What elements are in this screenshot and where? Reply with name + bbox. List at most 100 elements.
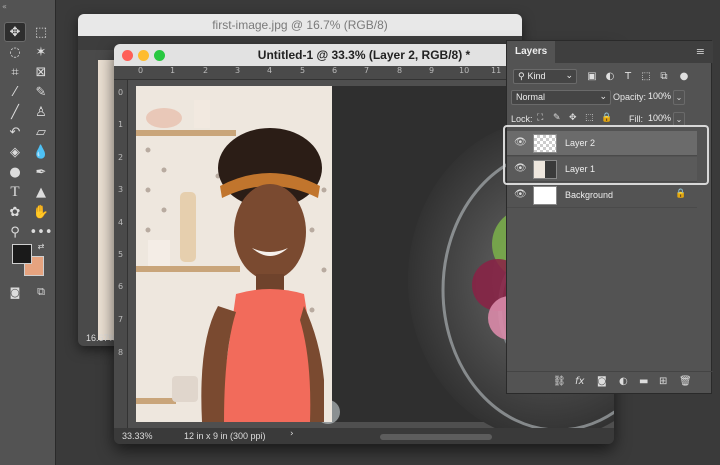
clone-stamp-icon[interactable]: ♙ [30,102,52,122]
ruler-tick-label: 2 [203,66,209,75]
ruler-tick-label: 0 [138,66,144,75]
zoom-icon[interactable]: ⚲ [4,222,26,242]
ruler-tick-label: 8 [397,66,403,75]
tools-panel: « ✥ ⬚ ◌ ✶ ⌗ ⊠ ⁄ ✎ ╱ ♙ ↶ ▱ ◈ 💧 ● ✒ T ▲ ✿ … [0,0,56,465]
more-tools-icon[interactable]: ••• [30,222,53,242]
document-info[interactable]: 12 in x 9 in (300 ppi) [184,431,266,441]
history-brush-icon[interactable]: ↶ [4,122,26,142]
blur-icon[interactable]: 💧 [30,142,52,162]
crop-icon[interactable]: ⌗ [4,62,26,82]
layer-thumbnail [533,186,557,205]
close-button[interactable] [122,50,133,61]
ruler-tick-label: 7 [364,66,370,75]
vertical-ruler: 0 1 2 3 4 5 6 7 8 [114,80,128,430]
selection-highlight [503,125,709,185]
custom-shape-icon[interactable]: ✿ [4,202,26,222]
kind-filter-value: Kind [527,71,546,81]
ruler-tick-label: 7 [118,315,124,324]
brush-icon[interactable]: ╱ [4,102,26,122]
photoshop-workspace: « ✥ ⬚ ◌ ✶ ⌗ ⊠ ⁄ ✎ ╱ ♙ ↶ ▱ ◈ 💧 ● ✒ T ▲ ✿ … [0,0,720,465]
status-bar: 33.33% 12 in x 9 in (300 ppi) › [114,428,614,444]
blend-mode-value: Normal [516,92,546,102]
opacity-label: Opacity: [613,92,647,102]
ruler-tick-label: 5 [300,66,306,75]
ruler-tick-label: 8 [118,348,124,357]
eyedropper-icon[interactable]: ⁄ [4,82,26,102]
path-selection-icon[interactable]: ▲ [30,182,52,202]
swap-colors-icon[interactable]: ⇄ [34,240,48,252]
layers-panel: Layers ≡ ⚲ Kind ⌄ ▣ ◐ T ⬚ ⧉ ● Normal ⌄ Opa… [503,40,713,394]
new-group-icon[interactable]: ▬ [639,376,648,387]
collapse-icon[interactable]: « [2,2,7,11]
fx-icon[interactable]: fx [575,376,584,387]
ruler-tick-label: 3 [235,66,241,75]
shape-filter-icon[interactable]: ⬚ [639,69,653,83]
opacity-field[interactable]: 100% [645,90,673,105]
lock-image-icon[interactable]: ✎ [553,113,561,123]
minimize-button[interactable] [138,50,149,61]
delete-layer-icon[interactable]: 🗑 [679,376,692,387]
layer-name: Background [565,190,614,200]
ruler-tick-label: 4 [267,66,273,75]
hand-icon[interactable]: ✋ [30,202,52,222]
panel-tab-bar: Layers ≡ [507,41,713,63]
smart-object-filter-icon[interactable]: ⧉ [657,69,671,83]
lock-label: Lock: [511,114,533,124]
filter-icons: ▣ ◐ T ⬚ ⧉ ● [585,69,695,84]
fill-label: Fill: [629,114,643,124]
lock-artboard-icon[interactable]: ⬚ [585,113,594,123]
ruler-tick-label: 10 [459,66,470,75]
tab-layers[interactable]: Layers [507,41,556,63]
screen-mode-icon[interactable]: ⧉ [30,282,52,302]
opacity-dropdown-icon[interactable]: ⌄ [673,90,685,105]
ruler-tick-label: 2 [118,153,124,162]
eraser-icon[interactable]: ▱ [30,122,52,142]
adjustment-layer-icon[interactable]: ◐ [619,376,628,387]
horizontal-scrollbar[interactable] [380,434,492,440]
zoom-level[interactable]: 33.33% [122,431,153,441]
ruler-tick-label: 5 [118,250,124,259]
zoom-level[interactable]: 16.67% [86,333,117,343]
move-icon[interactable]: ✥ [4,22,26,42]
layers-panel-footer: ⛓ fx ◙ ◐ ▬ ⊞ 🗑 [507,371,713,393]
dodge-icon[interactable]: ● [4,162,26,182]
adjustment-filter-icon[interactable]: ◐ [603,69,617,83]
pixel-filter-icon[interactable]: ▣ [585,69,599,83]
ruler-tick-label: 1 [118,120,124,129]
panel-menu-icon[interactable]: ≡ [696,45,705,58]
visibility-eye-icon[interactable]: 👁 [514,189,527,200]
lock-all-icon[interactable]: 🔒 [601,113,612,123]
layer-row-background[interactable]: 👁 Background 🔒 [507,183,697,208]
healing-brush-icon[interactable]: ✎ [30,82,52,102]
chevron-right-icon[interactable]: › [290,429,294,439]
new-layer-icon[interactable]: ⊞ [659,376,667,387]
quick-mask-icon[interactable]: ◙ [4,282,26,302]
marquee-icon[interactable]: ⬚ [30,22,52,42]
window-title: first-image.jpg @ 16.7% (RGB/8) [78,14,522,36]
lasso-icon[interactable]: ◌ [4,42,26,62]
type-filter-icon[interactable]: T [621,69,635,83]
chevron-down-icon: ⌄ [599,92,607,102]
chevron-down-icon: ⌄ [565,71,573,81]
ruler-tick-label: 11 [491,66,502,75]
ruler-tick-label: 3 [118,185,124,194]
kind-filter-select[interactable]: ⚲ Kind ⌄ [513,69,577,84]
foreground-color-swatch[interactable] [12,244,32,264]
paint-bucket-icon[interactable]: ◈ [4,142,26,162]
filter-toggle-icon[interactable]: ● [677,69,691,83]
maximize-button[interactable] [154,50,165,61]
ruler-tick-label: 0 [118,88,124,97]
link-layers-icon[interactable]: ⛓ [553,376,566,387]
blend-mode-select[interactable]: Normal ⌄ [511,90,611,105]
ruler-tick-label: 9 [429,66,435,75]
frame-icon[interactable]: ⊠ [30,62,52,82]
ruler-tick-label: 6 [332,66,338,75]
ruler-tick-label: 1 [170,66,176,75]
pen-icon[interactable]: ✒ [30,162,52,182]
lock-position-icon[interactable]: ✥ [569,113,577,123]
window-title: Untitled-1 @ 33.3% (Layer 2, RGB/8) * [257,48,471,62]
type-icon[interactable]: T [4,182,26,202]
add-mask-icon[interactable]: ◙ [597,376,607,387]
magic-wand-icon[interactable]: ✶ [30,42,52,62]
lock-transparent-icon[interactable]: ⛶ [537,113,543,123]
